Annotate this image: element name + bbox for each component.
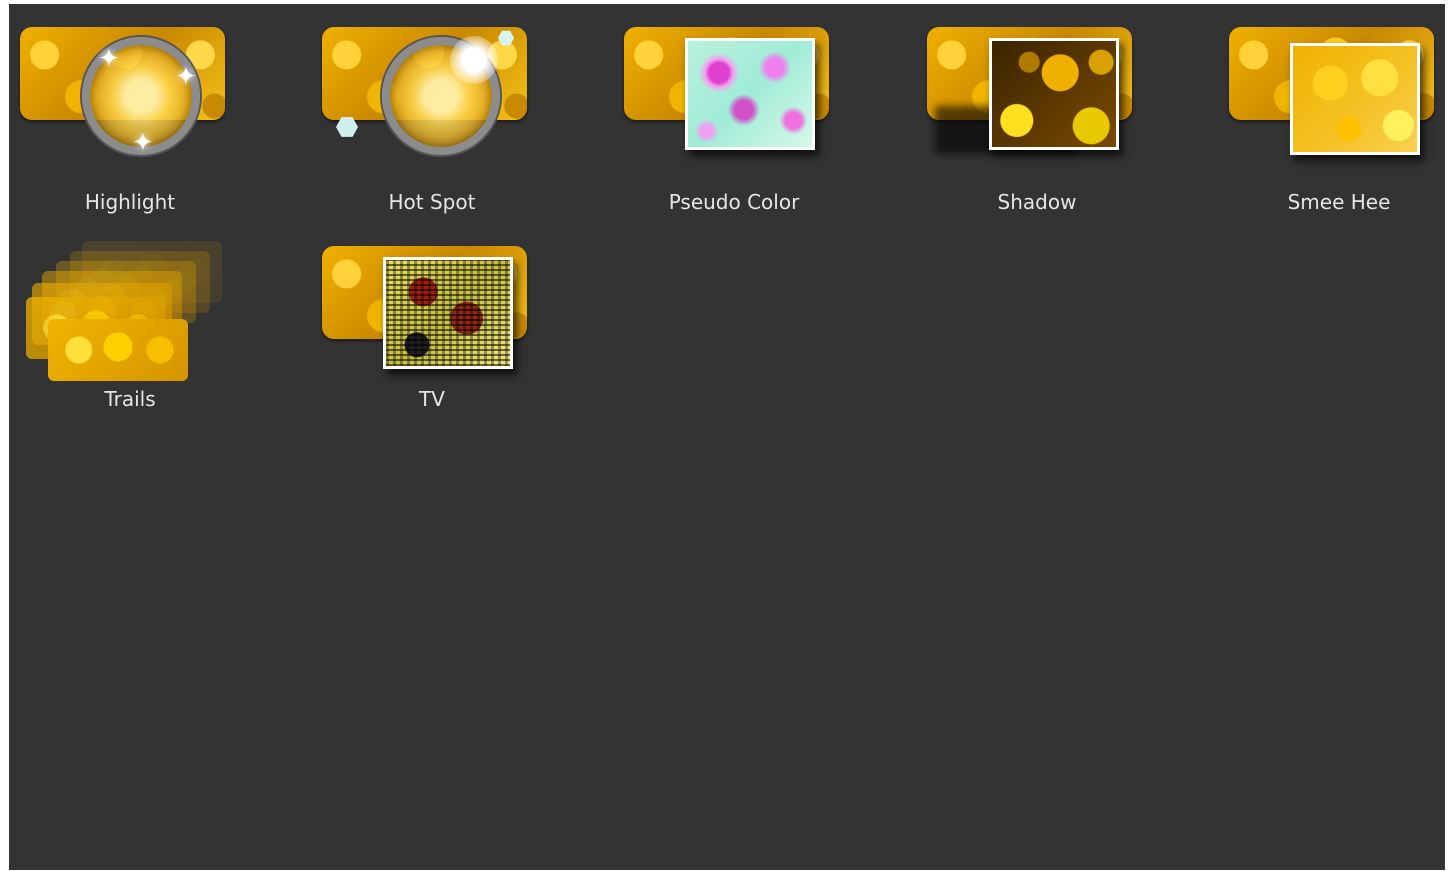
tv-icon	[322, 241, 542, 401]
effect-label: Pseudo Color	[668, 190, 800, 214]
effects-gallery: ✦ ✦ ✦ Highlight Hot Spot Pseudo Color Sh…	[9, 4, 1445, 870]
shadow-icon	[927, 24, 1147, 184]
effect-tile-highlight[interactable]: ✦ ✦ ✦ Highlight	[20, 24, 240, 224]
effect-tile-shadow[interactable]: Shadow	[927, 24, 1147, 224]
effect-tile-pseudo-color[interactable]: Pseudo Color	[624, 24, 844, 224]
smee-hee-icon	[1229, 24, 1449, 184]
effect-label: Smee Hee	[1287, 190, 1391, 214]
effect-label: TV	[419, 387, 445, 411]
trails-icon	[20, 241, 240, 401]
effect-label: Trails	[104, 387, 156, 411]
highlight-icon: ✦ ✦ ✦	[20, 24, 240, 184]
effect-tile-smee-hee[interactable]: Smee Hee	[1229, 24, 1449, 224]
pseudo-color-icon	[624, 24, 844, 184]
hot-spot-icon	[322, 24, 542, 184]
effect-tile-hot-spot[interactable]: Hot Spot	[322, 24, 542, 224]
effect-label: Highlight	[84, 190, 176, 214]
effect-tile-trails[interactable]: Trails	[20, 241, 240, 441]
effect-tile-tv[interactable]: TV	[322, 241, 542, 441]
effect-label: Shadow	[997, 190, 1077, 214]
effect-label: Hot Spot	[388, 190, 476, 214]
